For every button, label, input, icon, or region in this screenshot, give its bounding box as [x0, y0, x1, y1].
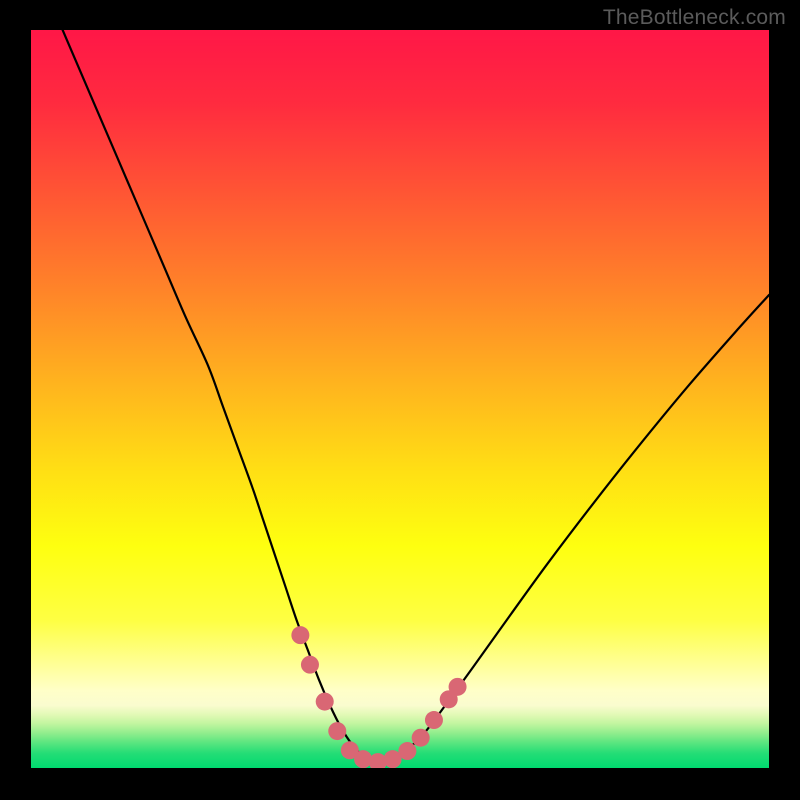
chart-svg [31, 30, 769, 768]
highlight-dot [449, 678, 467, 696]
highlight-dot [425, 711, 443, 729]
outer-frame: TheBottleneck.com [0, 0, 800, 800]
bottleneck-curve [53, 30, 769, 764]
plot-area [31, 30, 769, 768]
watermark-text: TheBottleneck.com [603, 6, 786, 30]
highlight-dot [316, 693, 334, 711]
nadir-markers [291, 626, 466, 768]
highlight-dot [301, 656, 319, 674]
highlight-dot [328, 722, 346, 740]
highlight-dot [412, 729, 430, 747]
highlight-dot [291, 626, 309, 644]
highlight-dot [398, 742, 416, 760]
